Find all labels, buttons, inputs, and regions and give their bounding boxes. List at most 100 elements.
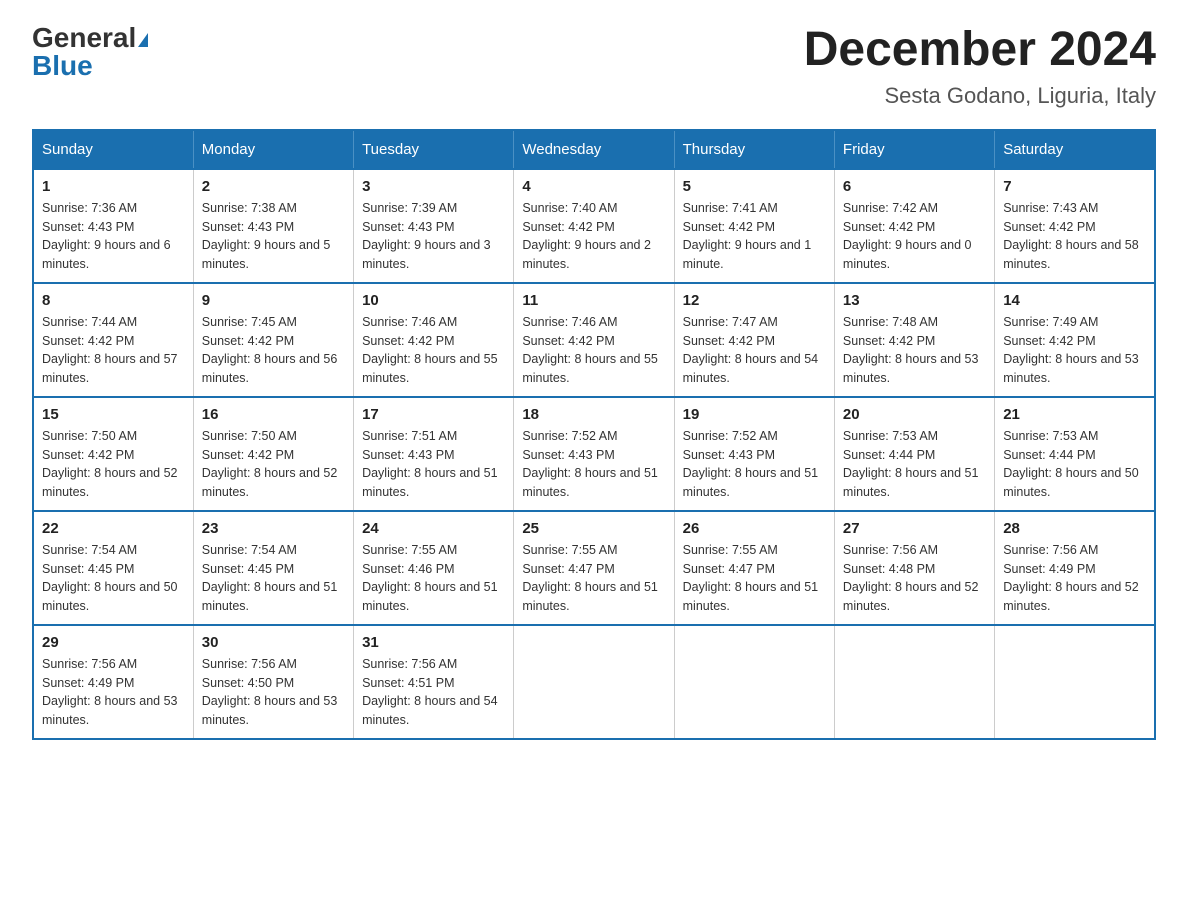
calendar-day-cell: 25 Sunrise: 7:55 AMSunset: 4:47 PMDaylig… bbox=[514, 511, 674, 625]
day-of-week-header: Thursday bbox=[674, 130, 834, 169]
calendar-day-cell: 22 Sunrise: 7:54 AMSunset: 4:45 PMDaylig… bbox=[33, 511, 193, 625]
day-info: Sunrise: 7:52 AMSunset: 4:43 PMDaylight:… bbox=[522, 429, 658, 499]
day-number: 21 bbox=[1003, 406, 1146, 423]
day-number: 9 bbox=[202, 292, 345, 309]
day-number: 1 bbox=[42, 178, 185, 195]
day-info: Sunrise: 7:54 AMSunset: 4:45 PMDaylight:… bbox=[202, 543, 338, 613]
calendar-day-cell: 21 Sunrise: 7:53 AMSunset: 4:44 PMDaylig… bbox=[995, 397, 1155, 511]
calendar-day-cell: 19 Sunrise: 7:52 AMSunset: 4:43 PMDaylig… bbox=[674, 397, 834, 511]
day-info: Sunrise: 7:46 AMSunset: 4:42 PMDaylight:… bbox=[522, 315, 658, 385]
calendar-day-cell: 26 Sunrise: 7:55 AMSunset: 4:47 PMDaylig… bbox=[674, 511, 834, 625]
logo-blue-row: Blue bbox=[32, 52, 93, 80]
day-number: 23 bbox=[202, 520, 345, 537]
month-year-title: December 2024 bbox=[804, 24, 1156, 77]
calendar-day-cell: 27 Sunrise: 7:56 AMSunset: 4:48 PMDaylig… bbox=[834, 511, 994, 625]
day-info: Sunrise: 7:49 AMSunset: 4:42 PMDaylight:… bbox=[1003, 315, 1139, 385]
day-number: 3 bbox=[362, 178, 505, 195]
calendar-week-row: 15 Sunrise: 7:50 AMSunset: 4:42 PMDaylig… bbox=[33, 397, 1155, 511]
calendar-day-cell: 10 Sunrise: 7:46 AMSunset: 4:42 PMDaylig… bbox=[354, 283, 514, 397]
day-info: Sunrise: 7:40 AMSunset: 4:42 PMDaylight:… bbox=[522, 201, 651, 271]
calendar-day-cell bbox=[514, 625, 674, 739]
day-number: 25 bbox=[522, 520, 665, 537]
location-subtitle: Sesta Godano, Liguria, Italy bbox=[804, 83, 1156, 109]
day-number: 11 bbox=[522, 292, 665, 309]
day-number: 28 bbox=[1003, 520, 1146, 537]
calendar-day-cell bbox=[834, 625, 994, 739]
logo-triangle-icon bbox=[138, 33, 148, 47]
logo-general-row: General bbox=[32, 24, 148, 52]
calendar-week-row: 22 Sunrise: 7:54 AMSunset: 4:45 PMDaylig… bbox=[33, 511, 1155, 625]
day-number: 30 bbox=[202, 634, 345, 651]
day-info: Sunrise: 7:56 AMSunset: 4:50 PMDaylight:… bbox=[202, 657, 338, 727]
calendar-day-cell: 2 Sunrise: 7:38 AMSunset: 4:43 PMDayligh… bbox=[193, 169, 353, 283]
calendar-day-cell: 18 Sunrise: 7:52 AMSunset: 4:43 PMDaylig… bbox=[514, 397, 674, 511]
day-number: 12 bbox=[683, 292, 826, 309]
day-of-week-header: Wednesday bbox=[514, 130, 674, 169]
day-info: Sunrise: 7:43 AMSunset: 4:42 PMDaylight:… bbox=[1003, 201, 1139, 271]
calendar-day-cell: 16 Sunrise: 7:50 AMSunset: 4:42 PMDaylig… bbox=[193, 397, 353, 511]
day-number: 26 bbox=[683, 520, 826, 537]
day-info: Sunrise: 7:50 AMSunset: 4:42 PMDaylight:… bbox=[202, 429, 338, 499]
calendar-table: SundayMondayTuesdayWednesdayThursdayFrid… bbox=[32, 129, 1156, 740]
day-number: 6 bbox=[843, 178, 986, 195]
calendar-day-cell: 14 Sunrise: 7:49 AMSunset: 4:42 PMDaylig… bbox=[995, 283, 1155, 397]
calendar-week-row: 1 Sunrise: 7:36 AMSunset: 4:43 PMDayligh… bbox=[33, 169, 1155, 283]
day-number: 14 bbox=[1003, 292, 1146, 309]
day-info: Sunrise: 7:41 AMSunset: 4:42 PMDaylight:… bbox=[683, 201, 812, 271]
day-number: 19 bbox=[683, 406, 826, 423]
day-info: Sunrise: 7:46 AMSunset: 4:42 PMDaylight:… bbox=[362, 315, 498, 385]
calendar-day-cell: 13 Sunrise: 7:48 AMSunset: 4:42 PMDaylig… bbox=[834, 283, 994, 397]
day-info: Sunrise: 7:56 AMSunset: 4:51 PMDaylight:… bbox=[362, 657, 498, 727]
day-number: 13 bbox=[843, 292, 986, 309]
calendar-day-cell: 17 Sunrise: 7:51 AMSunset: 4:43 PMDaylig… bbox=[354, 397, 514, 511]
logo-blue-text: Blue bbox=[32, 50, 93, 81]
day-number: 8 bbox=[42, 292, 185, 309]
days-of-week-row: SundayMondayTuesdayWednesdayThursdayFrid… bbox=[33, 130, 1155, 169]
calendar-day-cell: 30 Sunrise: 7:56 AMSunset: 4:50 PMDaylig… bbox=[193, 625, 353, 739]
day-info: Sunrise: 7:51 AMSunset: 4:43 PMDaylight:… bbox=[362, 429, 498, 499]
day-number: 5 bbox=[683, 178, 826, 195]
calendar-day-cell: 12 Sunrise: 7:47 AMSunset: 4:42 PMDaylig… bbox=[674, 283, 834, 397]
day-number: 17 bbox=[362, 406, 505, 423]
day-info: Sunrise: 7:50 AMSunset: 4:42 PMDaylight:… bbox=[42, 429, 178, 499]
day-info: Sunrise: 7:53 AMSunset: 4:44 PMDaylight:… bbox=[843, 429, 979, 499]
calendar-week-row: 8 Sunrise: 7:44 AMSunset: 4:42 PMDayligh… bbox=[33, 283, 1155, 397]
day-info: Sunrise: 7:39 AMSunset: 4:43 PMDaylight:… bbox=[362, 201, 491, 271]
calendar-week-row: 29 Sunrise: 7:56 AMSunset: 4:49 PMDaylig… bbox=[33, 625, 1155, 739]
day-number: 29 bbox=[42, 634, 185, 651]
logo-general-text: General bbox=[32, 22, 148, 53]
calendar-day-cell bbox=[674, 625, 834, 739]
day-number: 18 bbox=[522, 406, 665, 423]
calendar-day-cell: 3 Sunrise: 7:39 AMSunset: 4:43 PMDayligh… bbox=[354, 169, 514, 283]
day-info: Sunrise: 7:55 AMSunset: 4:46 PMDaylight:… bbox=[362, 543, 498, 613]
calendar-day-cell: 15 Sunrise: 7:50 AMSunset: 4:42 PMDaylig… bbox=[33, 397, 193, 511]
day-number: 4 bbox=[522, 178, 665, 195]
day-info: Sunrise: 7:54 AMSunset: 4:45 PMDaylight:… bbox=[42, 543, 178, 613]
calendar-day-cell: 28 Sunrise: 7:56 AMSunset: 4:49 PMDaylig… bbox=[995, 511, 1155, 625]
day-number: 10 bbox=[362, 292, 505, 309]
calendar-day-cell: 9 Sunrise: 7:45 AMSunset: 4:42 PMDayligh… bbox=[193, 283, 353, 397]
day-of-week-header: Tuesday bbox=[354, 130, 514, 169]
day-of-week-header: Sunday bbox=[33, 130, 193, 169]
calendar-day-cell: 11 Sunrise: 7:46 AMSunset: 4:42 PMDaylig… bbox=[514, 283, 674, 397]
day-number: 16 bbox=[202, 406, 345, 423]
day-info: Sunrise: 7:55 AMSunset: 4:47 PMDaylight:… bbox=[683, 543, 819, 613]
day-info: Sunrise: 7:56 AMSunset: 4:48 PMDaylight:… bbox=[843, 543, 979, 613]
day-of-week-header: Saturday bbox=[995, 130, 1155, 169]
day-number: 22 bbox=[42, 520, 185, 537]
day-of-week-header: Friday bbox=[834, 130, 994, 169]
title-section: December 2024 Sesta Godano, Liguria, Ita… bbox=[804, 24, 1156, 109]
page-header: General Blue December 2024 Sesta Godano,… bbox=[32, 24, 1156, 109]
logo: General Blue bbox=[32, 24, 148, 80]
day-info: Sunrise: 7:52 AMSunset: 4:43 PMDaylight:… bbox=[683, 429, 819, 499]
day-info: Sunrise: 7:44 AMSunset: 4:42 PMDaylight:… bbox=[42, 315, 178, 385]
calendar-day-cell: 29 Sunrise: 7:56 AMSunset: 4:49 PMDaylig… bbox=[33, 625, 193, 739]
day-info: Sunrise: 7:56 AMSunset: 4:49 PMDaylight:… bbox=[1003, 543, 1139, 613]
day-info: Sunrise: 7:42 AMSunset: 4:42 PMDaylight:… bbox=[843, 201, 972, 271]
day-number: 31 bbox=[362, 634, 505, 651]
calendar-day-cell: 23 Sunrise: 7:54 AMSunset: 4:45 PMDaylig… bbox=[193, 511, 353, 625]
calendar-day-cell: 7 Sunrise: 7:43 AMSunset: 4:42 PMDayligh… bbox=[995, 169, 1155, 283]
day-info: Sunrise: 7:48 AMSunset: 4:42 PMDaylight:… bbox=[843, 315, 979, 385]
day-info: Sunrise: 7:45 AMSunset: 4:42 PMDaylight:… bbox=[202, 315, 338, 385]
calendar-header: SundayMondayTuesdayWednesdayThursdayFrid… bbox=[33, 130, 1155, 169]
